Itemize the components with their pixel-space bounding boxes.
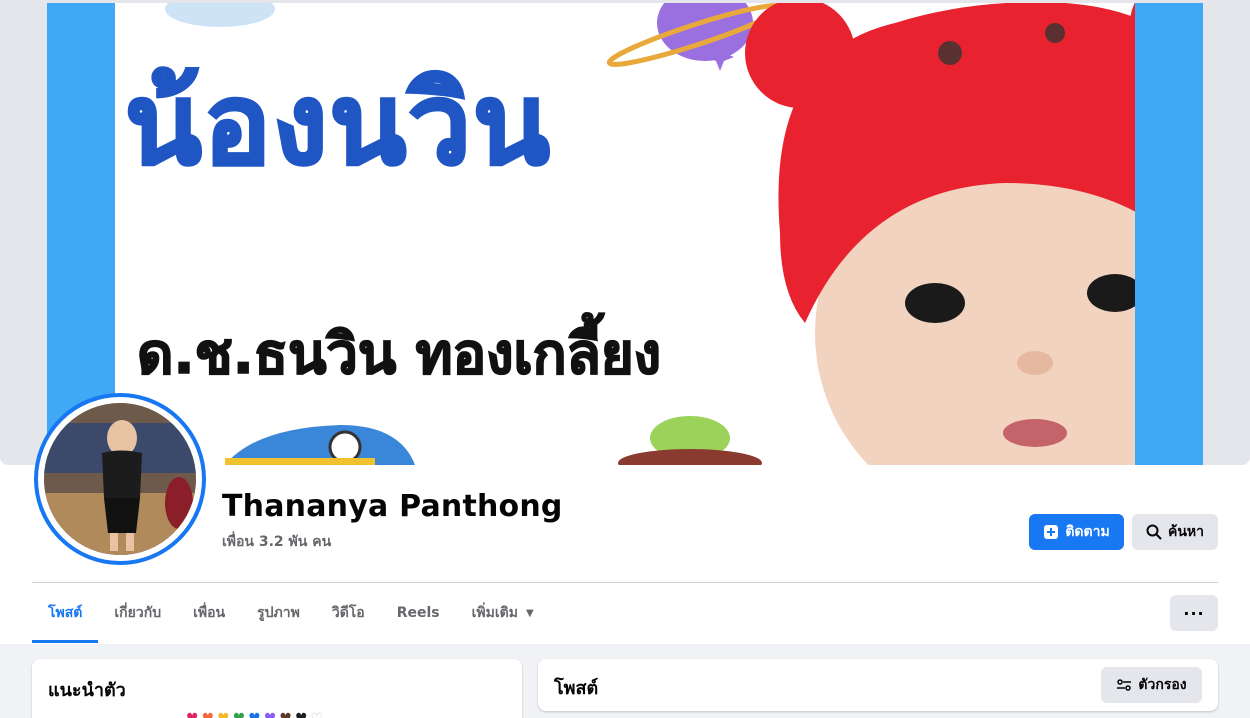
caret-down-icon: ▼ <box>525 607 534 619</box>
filter-label: ตัวกรอง <box>1138 677 1187 693</box>
heart-icon: ♥ <box>248 712 261 718</box>
heart-icon: ♡ <box>311 712 324 718</box>
avatar <box>44 403 196 555</box>
cover-title: น้องนวิน <box>124 58 552 191</box>
cover-photo[interactable]: น้องนวิน ด.ช.ธนวิน ทองเกลี้ยง <box>0 0 1250 465</box>
heart-icon: ♥ <box>264 712 277 718</box>
intro-card: แนะนำตัว ♥ ♥ ♥ ♥ ♥ ♥ ♥ ♥ ♡ <box>32 659 522 718</box>
child-illustration <box>745 3 1135 465</box>
tab-label: เกี่ยวกับ <box>114 605 162 621</box>
heart-icon: ♥ <box>186 712 199 718</box>
hat-eye-left <box>938 41 962 65</box>
search-button[interactable]: ค้นหา <box>1132 514 1218 550</box>
friends-count[interactable]: เพื่อน 3.2 พัน คน <box>222 531 331 553</box>
avatar-photo <box>44 403 196 555</box>
filter-icon <box>1117 679 1132 691</box>
tab-photos[interactable]: รูปภาพ <box>241 583 316 643</box>
filter-button[interactable]: ตัวกรอง <box>1101 667 1202 703</box>
follow-button[interactable]: ติดตาม <box>1029 514 1124 550</box>
profile-name[interactable]: Thananya Panthong <box>222 489 563 524</box>
hat-eye-right <box>1045 23 1065 43</box>
profile-header: น้องนวิน ด.ช.ธนวิน ทองเกลี้ยง Thananya P… <box>0 0 1250 644</box>
mouth-shape <box>1003 419 1067 447</box>
profile-tabs: โพสต์ เกี่ยวกับ เพื่อน รูปภาพ วิดีโอ Ree… <box>32 583 550 643</box>
intro-hearts: ♥ ♥ ♥ ♥ ♥ ♥ ♥ ♥ ♡ <box>186 712 323 718</box>
tab-posts[interactable]: โพสต์ <box>32 583 99 643</box>
follow-icon <box>1044 525 1059 539</box>
cover-subtitle: ด.ช.ธนวิน ทองเกลี้ยง <box>136 321 662 388</box>
tab-videos[interactable]: วิดีโอ <box>316 583 381 643</box>
heart-icon: ♥ <box>295 712 308 718</box>
person-skirt <box>104 498 140 533</box>
search-icon <box>1146 524 1162 540</box>
search-label: ค้นหา <box>1167 524 1205 540</box>
tab-label: รูปภาพ <box>257 605 300 621</box>
tab-label: เพื่อน <box>193 605 226 621</box>
tab-label: Reels <box>396 605 440 621</box>
posts-title: โพสต์ <box>554 678 599 699</box>
eye-left <box>905 283 965 323</box>
cover-frame: น้องนวิน ด.ช.ธนวิน ทองเกลี้ยง <box>47 3 1203 465</box>
tab-label: เพิ่มเติม <box>471 605 518 621</box>
hat-ear-left <box>745 3 855 108</box>
tab-label: วิดีโอ <box>331 605 365 621</box>
heart-icon: ♥ <box>233 712 246 718</box>
cover-panel: น้องนวิน ด.ช.ธนวิน ทองเกลี้ยง <box>115 3 1135 465</box>
tab-label: โพสต์ <box>48 605 83 621</box>
intro-title: แนะนำตัว <box>48 680 126 701</box>
tab-about[interactable]: เกี่ยวกับ <box>98 583 177 643</box>
heart-icon: ♥ <box>217 712 230 718</box>
heart-icon: ♥ <box>279 712 292 718</box>
profile-picture[interactable] <box>34 393 206 565</box>
tab-reels[interactable]: Reels <box>381 583 456 643</box>
tab-more[interactable]: เพิ่มเติม ▼ <box>456 583 550 643</box>
wing-shape <box>225 458 375 465</box>
airplane-window <box>328 430 362 464</box>
heart-icon: ♥ <box>202 712 215 718</box>
person-body <box>102 450 142 498</box>
more-options-button[interactable]: ··· <box>1170 595 1218 631</box>
tab-friends[interactable]: เพื่อน <box>177 583 241 643</box>
posts-card: โพสต์ ตัวกรอง <box>538 659 1218 711</box>
nose-shape <box>1017 351 1053 375</box>
cloud-shape <box>165 3 275 27</box>
more-icon: ··· <box>1183 603 1205 623</box>
follow-label: ติดตาม <box>1065 524 1110 540</box>
